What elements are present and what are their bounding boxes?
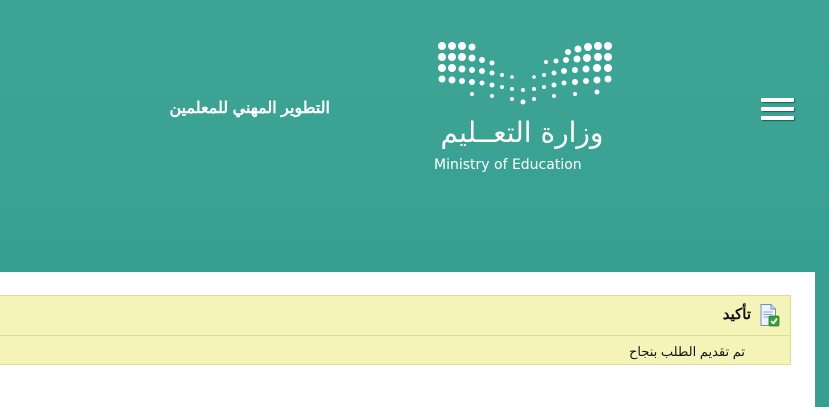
menu-line — [761, 107, 794, 111]
logo-dots-icon — [438, 42, 612, 105]
hamburger-menu-icon[interactable] — [761, 95, 795, 125]
alert-title: تأكيد — [722, 306, 751, 323]
alert-header: تأكيد — [0, 296, 790, 336]
site-header: وزارة التعــليم Ministry of Education ال… — [0, 0, 829, 272]
logo-arabic-name: وزارة التعــليم — [440, 116, 604, 149]
ministry-logo[interactable]: وزارة التعــليم Ministry of Education — [432, 40, 617, 180]
site-title[interactable]: التطوير المهني للمعلمين — [130, 98, 330, 120]
alert-message: تم تقديم الطلب بنجاح — [629, 344, 745, 359]
main-content: تأكيد تم تقديم الطلب بنجاح — [0, 272, 815, 407]
menu-line — [761, 98, 794, 102]
document-check-icon — [760, 304, 780, 327]
logo-english-name: Ministry of Education — [434, 157, 582, 173]
confirmation-alert: تأكيد تم تقديم الطلب بنجاح — [0, 295, 791, 365]
menu-line — [761, 116, 794, 120]
